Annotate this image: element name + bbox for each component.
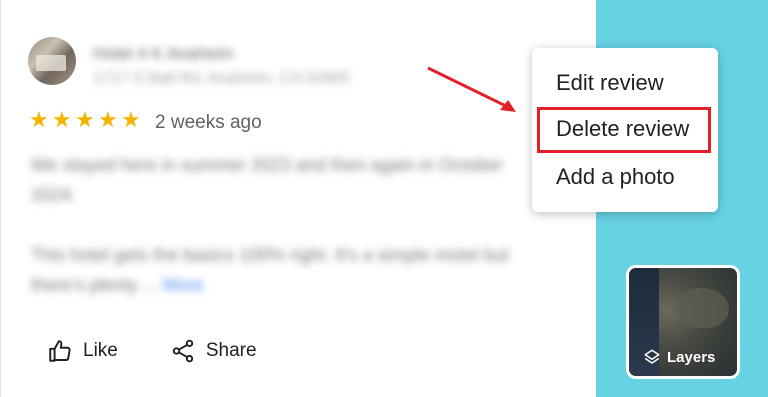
- menu-item-add-photo[interactable]: Add a photo: [556, 164, 675, 190]
- star-rating: ★ ★ ★ ★ ★: [29, 107, 141, 132]
- star-icon: ★: [52, 107, 72, 132]
- review-paragraph: This hotel gets the basics 100% right. I…: [31, 245, 509, 295]
- star-icon: ★: [75, 107, 95, 132]
- review-paragraph: We stayed here in summer 2023 and then a…: [31, 155, 503, 205]
- layers-icon: [644, 349, 660, 364]
- star-icon: ★: [29, 107, 49, 132]
- review-time: 2 weeks ago: [155, 112, 262, 133]
- share-label: Share: [205, 340, 257, 361]
- more-link[interactable]: More: [163, 275, 204, 295]
- annotation-arrow: [427, 66, 516, 112]
- like-button[interactable]: Like: [47, 338, 118, 364]
- reviewer-subtitle: 1717 S Ball Rd, Anaheim, CA 92805: [93, 70, 351, 87]
- review-text: We stayed here in summer 2023 and then a…: [31, 150, 551, 330]
- share-icon: [172, 339, 194, 363]
- reviewer-avatar[interactable]: [28, 37, 76, 85]
- menu-item-edit-review[interactable]: Edit review: [556, 70, 664, 96]
- share-button[interactable]: Share: [170, 338, 257, 364]
- layers-button[interactable]: Layers: [626, 265, 740, 379]
- review-actions: Like Share: [47, 338, 257, 364]
- reviewer-name[interactable]: Hotel 4 K Anaheim: [93, 44, 234, 64]
- layers-label-group: Layers: [643, 348, 715, 366]
- highlight-box: [537, 107, 711, 153]
- star-icon: ★: [98, 107, 118, 132]
- layers-label: Layers: [667, 348, 716, 366]
- thumbs-up-icon: [49, 340, 71, 362]
- star-icon: ★: [121, 107, 141, 132]
- like-label: Like: [83, 340, 118, 361]
